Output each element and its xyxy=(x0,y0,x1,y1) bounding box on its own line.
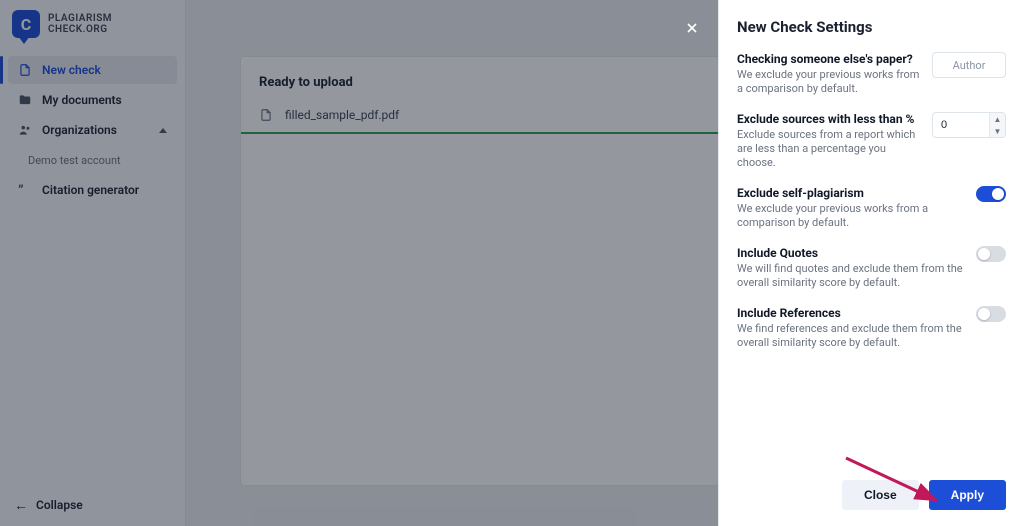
stepper-up-icon[interactable]: ▲ xyxy=(989,113,1005,125)
include-quotes-toggle[interactable] xyxy=(976,246,1006,262)
setting-title: Include References xyxy=(737,306,964,320)
drawer-title: New Check Settings xyxy=(719,0,1024,42)
setting-desc: We find references and exclude them from… xyxy=(737,322,964,350)
setting-include-quotes: Include Quotes We will find quotes and e… xyxy=(737,246,1006,290)
setting-include-references: Include References We find references an… xyxy=(737,306,1006,350)
setting-title: Checking someone else's paper? xyxy=(737,52,920,66)
setting-checking-someone-else: Checking someone else's paper? We exclud… xyxy=(737,52,1006,96)
setting-desc: We exclude your previous works from a co… xyxy=(737,68,920,96)
settings-drawer: New Check Settings Checking someone else… xyxy=(718,0,1024,526)
setting-desc: We exclude your previous works from a co… xyxy=(737,202,964,230)
close-button[interactable]: Close xyxy=(842,480,919,510)
setting-exclude-sources: Exclude sources with less than % Exclude… xyxy=(737,112,1006,170)
setting-desc: We will find quotes and exclude them fro… xyxy=(737,262,964,290)
author-selector[interactable]: Author xyxy=(932,52,1006,78)
setting-title: Exclude self-plagiarism xyxy=(737,186,964,200)
stepper-down-icon[interactable]: ▼ xyxy=(989,125,1005,137)
include-references-toggle[interactable] xyxy=(976,306,1006,322)
setting-exclude-self-plagiarism: Exclude self-plagiarism We exclude your … xyxy=(737,186,1006,230)
setting-title: Include Quotes xyxy=(737,246,964,260)
exclude-self-plagiarism-toggle[interactable] xyxy=(976,186,1006,202)
setting-desc: Exclude sources from a report which are … xyxy=(737,128,920,170)
drawer-footer: Close Apply xyxy=(719,468,1024,526)
apply-button[interactable]: Apply xyxy=(929,480,1006,510)
close-icon xyxy=(684,20,700,36)
settings-list: Checking someone else's paper? We exclud… xyxy=(719,42,1024,350)
close-drawer-button[interactable] xyxy=(680,16,704,40)
setting-title: Exclude sources with less than % xyxy=(737,112,920,126)
exclude-percent-stepper[interactable]: ▲ ▼ xyxy=(932,112,1006,138)
